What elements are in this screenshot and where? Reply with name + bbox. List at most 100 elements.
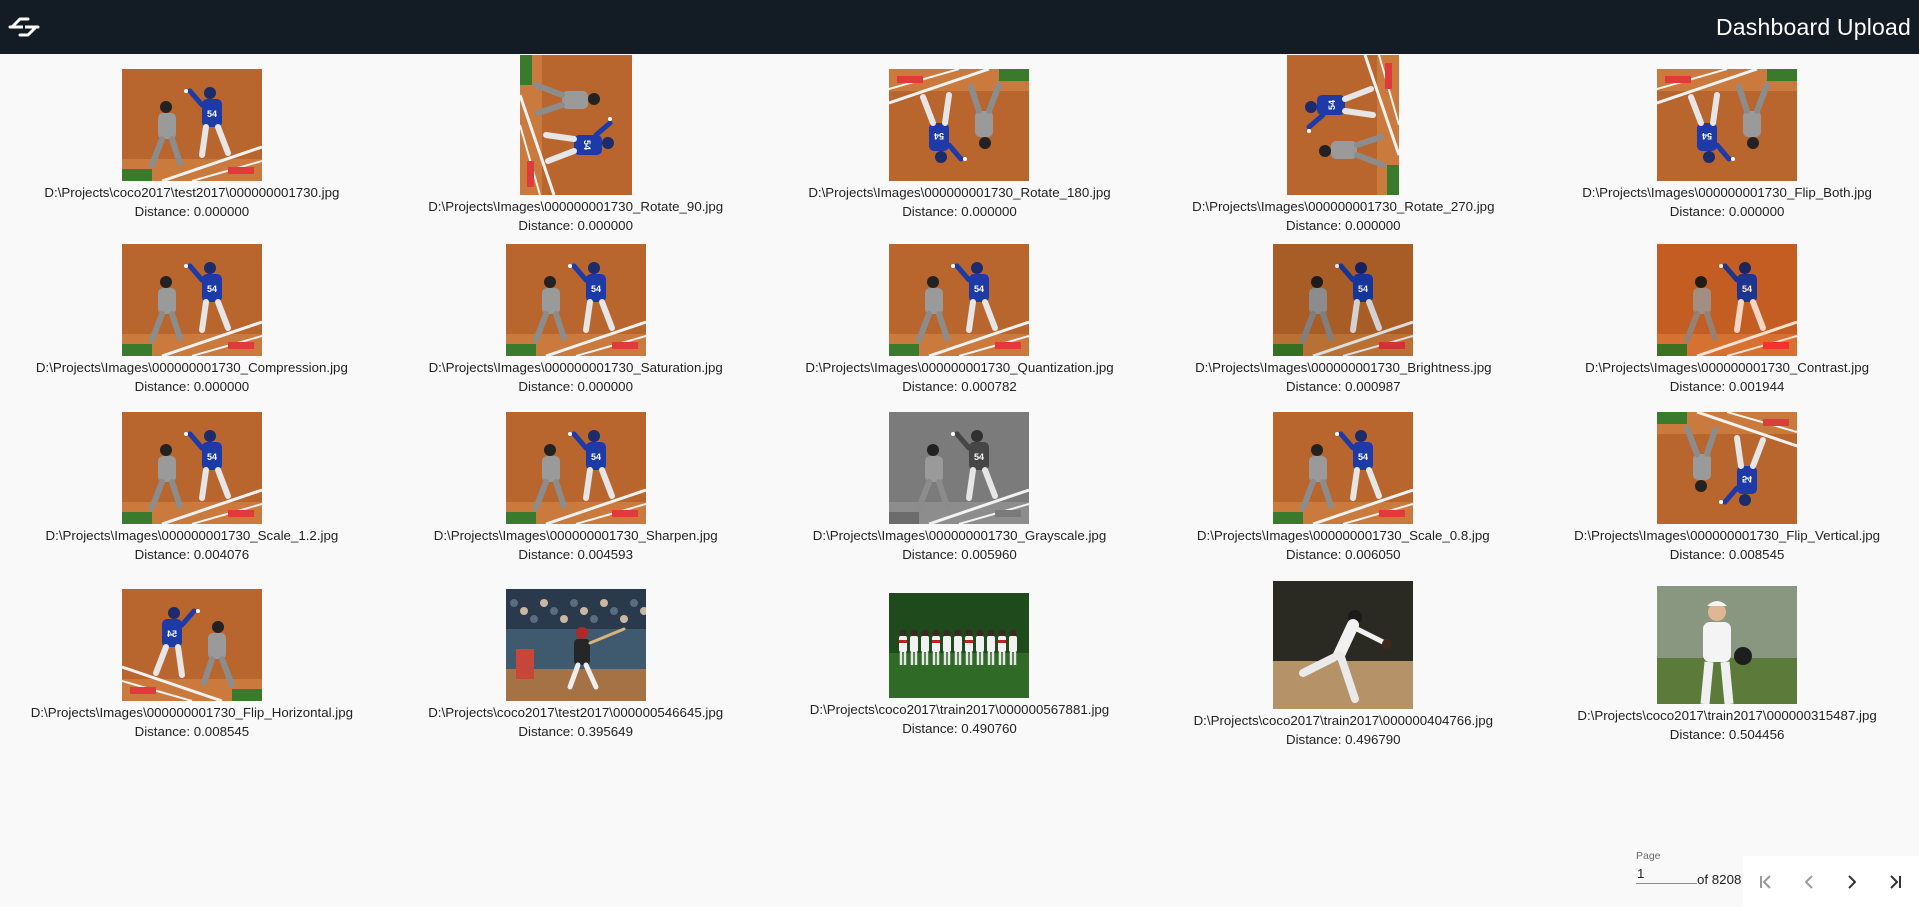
result-thumbnail[interactable] bbox=[505, 589, 646, 701]
result-card[interactable]: 54 D:\Projects\Images\000000001730_Scale_… bbox=[0, 404, 384, 572]
first-page-button[interactable] bbox=[1746, 862, 1786, 902]
result-path: D:\Projects\Images\000000001730_Grayscal… bbox=[812, 528, 1107, 543]
next-page-button[interactable] bbox=[1832, 862, 1872, 902]
results-row: 54 D:\Projects\Images\000000001730_Compre… bbox=[0, 236, 1919, 404]
result-distance: Distance: 0.004593 bbox=[518, 547, 633, 562]
app-logo-icon[interactable] bbox=[0, 5, 48, 49]
paginator-nav bbox=[1743, 856, 1919, 907]
result-distance: Distance: 0.000000 bbox=[1285, 218, 1401, 233]
svg-text:54: 54 bbox=[591, 284, 601, 294]
result-thumbnail[interactable]: 54 bbox=[1273, 244, 1414, 356]
result-thumbnail[interactable]: 54 bbox=[889, 412, 1030, 524]
result-path: D:\Projects\coco2017\test2017\0000005466… bbox=[428, 705, 724, 720]
svg-text:54: 54 bbox=[934, 131, 944, 141]
svg-text:54: 54 bbox=[167, 629, 177, 639]
result-card[interactable]: 54 D:\Projects\Images\000000001730_Flip_B… bbox=[1535, 54, 1919, 236]
result-path: D:\Projects\Images\000000001730_Flip_Ver… bbox=[1574, 528, 1881, 543]
result-distance: Distance: 0.000782 bbox=[902, 379, 1017, 394]
chevron-left-icon bbox=[1805, 874, 1813, 889]
svg-text:54: 54 bbox=[974, 284, 984, 294]
result-card[interactable]: 54 D:\Projects\Images\000000001730_Flip_H… bbox=[0, 572, 384, 758]
chevron-right-icon bbox=[1848, 874, 1856, 889]
page-field: Page bbox=[1636, 850, 1706, 884]
result-path: D:\Projects\coco2017\test2017\0000000017… bbox=[44, 185, 340, 200]
result-distance: Distance: 0.000000 bbox=[134, 379, 250, 394]
result-distance: Distance: 0.000000 bbox=[518, 379, 633, 394]
result-thumbnail[interactable]: 54 bbox=[519, 55, 632, 195]
result-path: D:\Projects\Images\000000001730_Quantiza… bbox=[805, 360, 1114, 375]
result-path: D:\Projects\Images\000000001730_Compress… bbox=[35, 360, 348, 375]
result-thumbnail[interactable]: 54 bbox=[121, 69, 262, 181]
result-card[interactable]: 54 D:\Projects\Images\000000001730_Bright… bbox=[1151, 236, 1535, 404]
result-thumbnail[interactable]: 54 bbox=[1657, 412, 1798, 524]
page-number-input[interactable] bbox=[1636, 864, 1697, 884]
result-path: D:\Projects\Images\000000001730_Scale_1.… bbox=[45, 528, 339, 543]
result-thumbnail[interactable] bbox=[1273, 581, 1414, 709]
result-thumbnail[interactable]: 54 bbox=[505, 412, 646, 524]
svg-text:54: 54 bbox=[974, 452, 984, 462]
paginator: Page of 8208 bbox=[1630, 850, 1919, 907]
result-path: D:\Projects\Images\000000001730_Rotate_9… bbox=[428, 199, 724, 214]
result-distance: Distance: 0.000000 bbox=[134, 204, 250, 219]
svg-text:54: 54 bbox=[1742, 474, 1752, 484]
result-distance: Distance: 0.001944 bbox=[1669, 379, 1785, 394]
previous-page-button[interactable] bbox=[1789, 862, 1829, 902]
svg-text:54: 54 bbox=[207, 109, 217, 119]
result-card[interactable]: 54 D:\Projects\Images\000000001730_Rotate… bbox=[384, 54, 768, 236]
result-thumbnail[interactable]: 54 bbox=[1287, 55, 1400, 195]
svg-text:54: 54 bbox=[591, 452, 601, 462]
result-distance: Distance: 0.005960 bbox=[902, 547, 1017, 562]
result-thumbnail[interactable]: 54 bbox=[1657, 244, 1798, 356]
result-thumbnail[interactable] bbox=[1657, 586, 1798, 704]
result-path: D:\Projects\coco2017\train2017\000000567… bbox=[809, 701, 1110, 717]
result-card[interactable]: 54 D:\Projects\Images\000000001730_Sharpe… bbox=[384, 404, 768, 572]
result-card[interactable]: 54 D:\Projects\Images\000000001730_Scale_… bbox=[1151, 404, 1535, 572]
result-distance: Distance: 0.504456 bbox=[1669, 727, 1785, 742]
result-thumbnail[interactable]: 54 bbox=[121, 589, 262, 701]
result-card[interactable]: 54 D:\Projects\coco2017\test2017\00000000… bbox=[0, 54, 384, 236]
result-thumbnail[interactable] bbox=[889, 592, 1030, 698]
result-distance: Distance: 0.008545 bbox=[1669, 547, 1785, 562]
result-path: D:\Projects\Images\000000001730_Saturati… bbox=[428, 360, 723, 375]
svg-text:54: 54 bbox=[1358, 452, 1368, 462]
result-path: D:\Projects\Images\000000001730_Sharpen.… bbox=[433, 528, 718, 543]
last-page-button[interactable] bbox=[1875, 862, 1915, 902]
results-row: 54 D:\Projects\Images\000000001730_Flip_H… bbox=[0, 572, 1919, 758]
result-card[interactable]: 54 D:\Projects\Images\000000001730_Flip_V… bbox=[1535, 404, 1919, 572]
page-label: Page bbox=[1636, 850, 1661, 862]
result-thumbnail[interactable]: 54 bbox=[121, 244, 262, 356]
result-card[interactable]: 54 D:\Projects\Images\000000001730_Compre… bbox=[0, 236, 384, 404]
result-card[interactable]: D:\Projects\coco2017\train2017\000000404… bbox=[1151, 572, 1535, 758]
result-thumbnail[interactable]: 54 bbox=[121, 412, 262, 524]
result-card[interactable]: 54 D:\Projects\Images\000000001730_Satura… bbox=[384, 236, 768, 404]
result-card[interactable]: 54 D:\Projects\Images\000000001730_Rotate… bbox=[1151, 54, 1535, 236]
result-distance: Distance: 0.490760 bbox=[902, 720, 1017, 736]
result-card[interactable]: D:\Projects\coco2017\train2017\000000315… bbox=[1535, 572, 1919, 758]
svg-text:54: 54 bbox=[207, 452, 217, 462]
app-title: Dashboard Upload bbox=[1716, 13, 1911, 40]
result-path: D:\Projects\coco2017\train2017\000000315… bbox=[1577, 708, 1877, 723]
page-total: of 8208 bbox=[1697, 872, 1742, 887]
result-thumbnail[interactable]: 54 bbox=[1273, 412, 1414, 524]
result-path: D:\Projects\coco2017\train2017\000000404… bbox=[1193, 713, 1493, 728]
results-row: 54 D:\Projects\coco2017\test2017\00000000… bbox=[0, 54, 1919, 236]
top-app-bar: Dashboard Upload bbox=[0, 0, 1919, 54]
result-path: D:\Projects\Images\000000001730_Flip_Hor… bbox=[30, 705, 354, 720]
result-thumbnail[interactable]: 54 bbox=[1657, 69, 1798, 181]
result-card[interactable]: 54 D:\Projects\Images\000000001730_Quanti… bbox=[768, 236, 1152, 404]
result-distance: Distance: 0.000987 bbox=[1285, 379, 1401, 394]
result-distance: Distance: 0.008545 bbox=[134, 724, 250, 739]
result-path: D:\Projects\Images\000000001730_Flip_Bot… bbox=[1582, 185, 1872, 200]
result-thumbnail[interactable]: 54 bbox=[889, 244, 1030, 356]
last-page-icon bbox=[1890, 874, 1901, 889]
result-card[interactable]: 54 D:\Projects\Images\000000001730_Graysc… bbox=[768, 404, 1152, 572]
result-distance: Distance: 0.000000 bbox=[518, 218, 633, 233]
result-thumbnail[interactable]: 54 bbox=[505, 244, 646, 356]
result-card[interactable]: D:\Projects\coco2017\train2017\000000567… bbox=[768, 572, 1152, 758]
result-path: D:\Projects\Images\000000001730_Contrast… bbox=[1585, 360, 1870, 375]
result-card[interactable]: D:\Projects\coco2017\test2017\0000005466… bbox=[384, 572, 768, 758]
result-card[interactable]: 54 D:\Projects\Images\000000001730_Rotate… bbox=[768, 54, 1152, 236]
result-thumbnail[interactable]: 54 bbox=[889, 69, 1030, 181]
result-distance: Distance: 0.006050 bbox=[1285, 547, 1401, 562]
result-card[interactable]: 54 D:\Projects\Images\000000001730_Contra… bbox=[1535, 236, 1919, 404]
